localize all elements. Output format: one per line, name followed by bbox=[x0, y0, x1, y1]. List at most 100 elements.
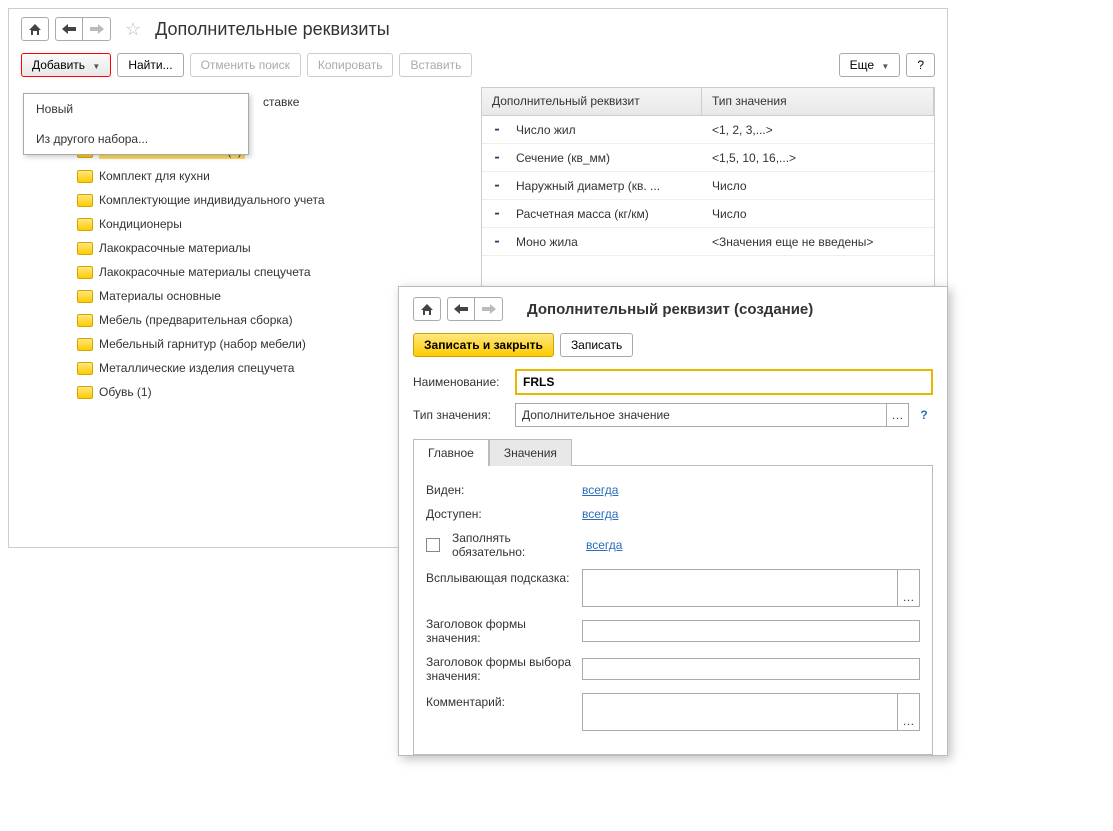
tooltip-input[interactable]: … bbox=[582, 569, 920, 607]
available-link[interactable]: всегда bbox=[582, 507, 618, 521]
modal-nav-group bbox=[447, 297, 503, 321]
form-title-field: Заголовок формы значения: bbox=[426, 612, 920, 650]
name-label: Наименование: bbox=[413, 375, 509, 389]
tree-label: Металлические изделия спецучета bbox=[99, 361, 294, 375]
form-title-input[interactable] bbox=[582, 620, 920, 642]
table-row[interactable]: ⁃Сечение (кв_мм)<1,5, 10, 16,...> bbox=[482, 144, 934, 172]
table-row[interactable]: ⁃Моно жила<Значения еще не введены> bbox=[482, 228, 934, 256]
row-name: Расчетная масса (кг/км) bbox=[512, 207, 702, 221]
add-button[interactable]: Добавить ▼ bbox=[21, 53, 111, 77]
row-type: Число bbox=[702, 179, 934, 193]
row-type: <1, 2, 3,...> bbox=[702, 123, 934, 137]
required-link[interactable]: всегда bbox=[586, 538, 622, 552]
visible-field: Виден: всегда bbox=[426, 478, 920, 502]
col-header-name[interactable]: Дополнительный реквизит bbox=[482, 88, 702, 115]
col-header-type[interactable]: Тип значения bbox=[702, 88, 934, 115]
folder-icon bbox=[77, 386, 93, 399]
row-name: Сечение (кв_мм) bbox=[512, 151, 702, 165]
required-checkbox[interactable] bbox=[426, 538, 440, 552]
tree-item[interactable]: Комплектующие индивидуального учета bbox=[21, 188, 471, 212]
required-field: Заполнять обязательно: всегда bbox=[426, 526, 920, 564]
type-select[interactable]: Дополнительное значение … bbox=[515, 403, 909, 427]
folder-icon bbox=[77, 170, 93, 183]
arrow-left-icon bbox=[62, 24, 76, 34]
page-title: Дополнительные реквизиты bbox=[155, 19, 390, 40]
home-button[interactable] bbox=[21, 17, 49, 41]
folder-icon bbox=[77, 314, 93, 327]
save-close-button[interactable]: Записать и закрыть bbox=[413, 333, 554, 357]
folder-icon bbox=[77, 338, 93, 351]
more-button-label: Еще bbox=[850, 58, 874, 72]
tree-label: Мебельный гарнитур (набор мебели) bbox=[99, 337, 306, 351]
choice-title-field: Заголовок формы выбора значения: bbox=[426, 650, 920, 688]
modal-command-bar: Записать и закрыть Записать bbox=[399, 325, 947, 365]
find-button[interactable]: Найти... bbox=[117, 53, 183, 77]
property-icon: ⁃ bbox=[482, 151, 512, 165]
chevron-down-icon: ▼ bbox=[881, 62, 889, 71]
tree-item[interactable]: Комплект для кухни bbox=[21, 164, 471, 188]
modal-forward-button[interactable] bbox=[475, 297, 503, 321]
tree-label: Кондиционеры bbox=[99, 217, 182, 231]
tab-values[interactable]: Значения bbox=[489, 439, 572, 466]
tree-label: Обувь (1) bbox=[99, 385, 152, 399]
modal-window: Дополнительный реквизит (создание) Запис… bbox=[398, 286, 948, 756]
copy-button[interactable]: Копировать bbox=[307, 53, 394, 77]
add-button-label: Добавить bbox=[32, 58, 85, 72]
tree-item[interactable]: Лакокрасочные материалы bbox=[21, 236, 471, 260]
table-row[interactable]: ⁃Число жил<1, 2, 3,...> bbox=[482, 116, 934, 144]
comment-input[interactable]: … bbox=[582, 693, 920, 731]
tree-label: Материалы основные bbox=[99, 289, 221, 303]
row-type: <Значения еще не введены> bbox=[702, 235, 934, 249]
paste-button[interactable]: Вставить bbox=[399, 53, 472, 77]
tree-label: Комплектующие индивидуального учета bbox=[99, 193, 325, 207]
menu-item-from-other[interactable]: Из другого набора... bbox=[24, 124, 248, 154]
cancel-search-button[interactable]: Отменить поиск bbox=[190, 53, 301, 77]
type-select-button[interactable]: … bbox=[886, 404, 908, 426]
folder-icon bbox=[77, 242, 93, 255]
folder-icon bbox=[77, 362, 93, 375]
folder-icon bbox=[77, 290, 93, 303]
tree-item[interactable]: Лакокрасочные материалы спецучета bbox=[21, 260, 471, 284]
menu-item-new[interactable]: Новый bbox=[24, 94, 248, 124]
help-icon[interactable]: ? bbox=[915, 408, 933, 422]
name-field-row: Наименование: bbox=[399, 365, 947, 399]
tree-item[interactable]: Кондиционеры bbox=[21, 212, 471, 236]
comment-field: Комментарий: … bbox=[426, 688, 920, 736]
folder-icon bbox=[77, 266, 93, 279]
row-type: Число bbox=[702, 207, 934, 221]
more-button[interactable]: Еще ▼ bbox=[839, 53, 901, 77]
table-row[interactable]: ⁃Расчетная масса (кг/км)Число bbox=[482, 200, 934, 228]
help-button[interactable]: ? bbox=[906, 53, 935, 77]
save-button[interactable]: Записать bbox=[560, 333, 633, 357]
required-label: Заполнять обязательно: bbox=[452, 531, 580, 559]
available-label: Доступен: bbox=[426, 507, 576, 521]
comment-label: Комментарий: bbox=[426, 693, 576, 709]
visible-link[interactable]: всегда bbox=[582, 483, 618, 497]
choice-title-input[interactable] bbox=[582, 658, 920, 680]
expand-icon[interactable]: … bbox=[897, 570, 919, 606]
row-name: Число жил bbox=[512, 123, 702, 137]
tab-main[interactable]: Главное bbox=[413, 439, 489, 466]
back-button[interactable] bbox=[55, 17, 83, 41]
expand-icon[interactable]: … bbox=[897, 694, 919, 730]
nav-group bbox=[55, 17, 111, 41]
arrow-left-icon bbox=[454, 304, 468, 314]
form-title-label: Заголовок формы значения: bbox=[426, 617, 576, 645]
type-field-row: Тип значения: Дополнительное значение … … bbox=[399, 399, 947, 431]
top-toolbar: ☆ Дополнительные реквизиты bbox=[9, 9, 947, 49]
folder-icon bbox=[77, 194, 93, 207]
home-icon bbox=[28, 22, 42, 36]
tree-label: Комплект для кухни bbox=[99, 169, 210, 183]
chevron-down-icon: ▼ bbox=[92, 62, 100, 71]
tree-label: Лакокрасочные материалы bbox=[99, 241, 251, 255]
table-row[interactable]: ⁃Наружный диаметр (кв. ...Число bbox=[482, 172, 934, 200]
forward-button[interactable] bbox=[83, 17, 111, 41]
available-field: Доступен: всегда bbox=[426, 502, 920, 526]
star-icon[interactable]: ☆ bbox=[125, 19, 141, 40]
modal-home-button[interactable] bbox=[413, 297, 441, 321]
name-input[interactable] bbox=[515, 369, 933, 395]
visible-label: Виден: bbox=[426, 483, 576, 497]
tree-label: Лакокрасочные материалы спецучета bbox=[99, 265, 311, 279]
modal-back-button[interactable] bbox=[447, 297, 475, 321]
tree-label: Мебель (предварительная сборка) bbox=[99, 313, 293, 327]
